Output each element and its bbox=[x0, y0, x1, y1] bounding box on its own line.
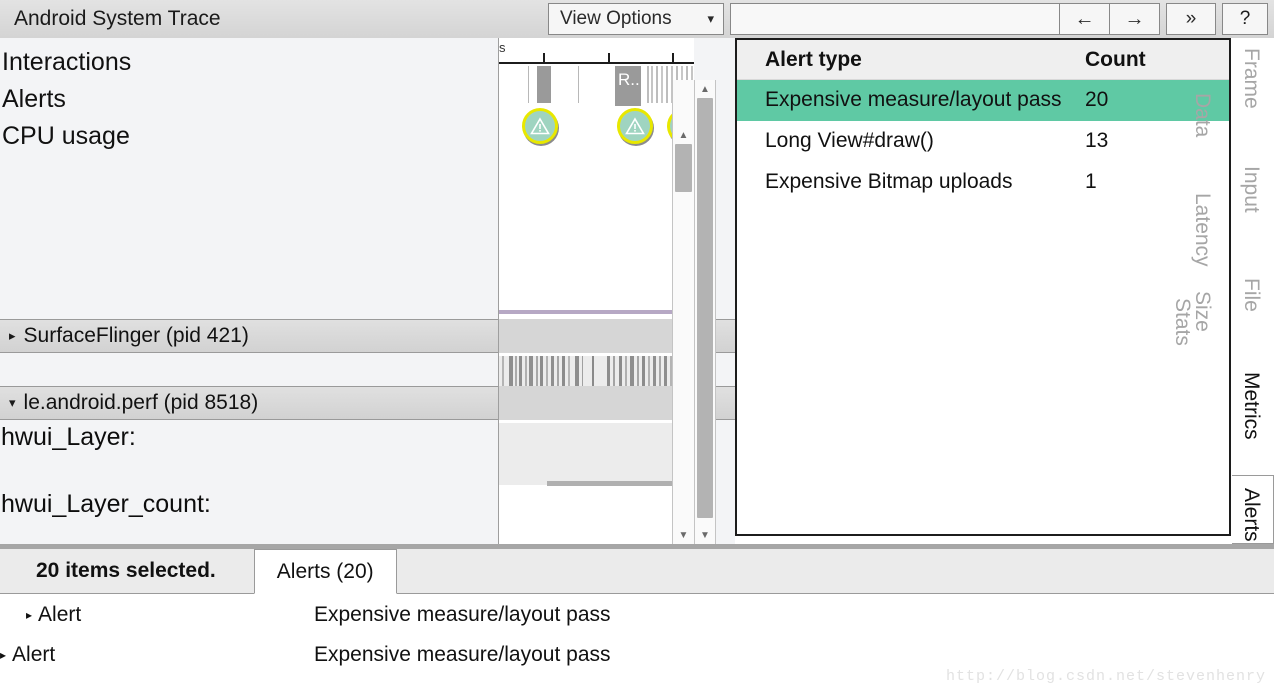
alert-marker-icon[interactable] bbox=[617, 108, 653, 144]
scroll-down-arrow-icon[interactable]: ▼ bbox=[695, 528, 715, 542]
global-track-labels: Interactions Alerts CPU usage bbox=[0, 44, 131, 155]
search-next-button[interactable]: → bbox=[1109, 4, 1159, 34]
timeline-slice-labeled[interactable]: R... bbox=[615, 66, 641, 106]
timeline-slice bbox=[537, 66, 551, 103]
watermark-text: http://blog.csdn.net/stevenhenry bbox=[946, 668, 1266, 685]
timeline-scrollbar-secondary[interactable]: ▲ ▼ bbox=[672, 80, 694, 544]
timeline-process-band bbox=[499, 386, 694, 420]
more-options-button[interactable]: » bbox=[1166, 3, 1216, 35]
timeline-thin-slice bbox=[528, 66, 529, 103]
expand-triangle-icon: ▸ bbox=[0, 648, 6, 662]
ruler-tick bbox=[543, 53, 545, 62]
alert-row-description: Expensive measure/layout pass bbox=[314, 643, 611, 667]
tab-alerts[interactable]: Alerts bbox=[1239, 488, 1263, 542]
alert-table-header: Alert type Count bbox=[737, 40, 1229, 80]
track-label-interactions[interactable]: Interactions bbox=[2, 44, 131, 81]
top-toolbar: Android System Trace View Options ▾ ← → … bbox=[0, 0, 1274, 38]
table-row[interactable]: Long View#draw() 13 bbox=[737, 121, 1229, 162]
track-label-column: Interactions Alerts CPU usage bbox=[0, 38, 498, 544]
ruler-tick bbox=[672, 53, 674, 62]
tab-alerts-bottom[interactable]: Alerts (20) bbox=[254, 549, 397, 594]
scroll-up-arrow-icon[interactable]: ▲ bbox=[673, 128, 694, 142]
collapse-triangle-icon: ▾ bbox=[9, 395, 16, 411]
track-label-alerts[interactable]: Alerts bbox=[2, 81, 131, 118]
process-label-le-android-perf: le.android.perf (pid 8518) bbox=[24, 391, 259, 415]
search-group: ← → bbox=[730, 3, 1160, 35]
toolbar-controls: View Options ▾ ← → » ? bbox=[548, 3, 1268, 35]
track-label-hwui-layer[interactable]: hwui_Layer: bbox=[0, 423, 136, 452]
alert-row-name: Alert bbox=[12, 643, 55, 667]
track-pane-scrollbar[interactable]: ▲ ▼ bbox=[694, 80, 716, 544]
selection-summary: 20 items selected. bbox=[36, 559, 216, 583]
process-label-surfaceflinger: SurfaceFlinger (pid 421) bbox=[24, 324, 249, 348]
ruler-tick-label: s bbox=[499, 40, 506, 55]
main-area: Interactions Alerts CPU usage ▸ SurfaceF… bbox=[0, 38, 1274, 544]
search-input[interactable] bbox=[731, 4, 1059, 34]
android-system-trace-window: Android System Trace View Options ▾ ← → … bbox=[0, 0, 1274, 695]
alert-detail-list: ▸ Alert Expensive measure/layout pass ▸ … bbox=[0, 595, 1274, 675]
analysis-side-panel: Alert type Count Expensive measure/layou… bbox=[735, 38, 1274, 544]
expand-triangle-icon: ▸ bbox=[9, 328, 16, 344]
view-options-label: View Options bbox=[560, 8, 672, 30]
alert-row-name: Alert bbox=[38, 603, 81, 627]
chevron-down-icon: ▾ bbox=[707, 11, 714, 27]
ruler-tick bbox=[608, 53, 610, 62]
timeline-canvas[interactable]: s R... bbox=[498, 38, 694, 544]
timeline-process-band bbox=[499, 319, 694, 353]
timeline-hwui-layer-row bbox=[499, 423, 694, 485]
tab-data[interactable]: Data bbox=[1190, 93, 1214, 137]
tab-stats[interactable]: Stats bbox=[1170, 298, 1194, 346]
inner-vertical-tabs: Data Latency Size Stats bbox=[1185, 38, 1229, 544]
tab-frame[interactable]: Frame bbox=[1239, 48, 1263, 109]
table-row[interactable]: Expensive measure/layout pass 20 bbox=[737, 80, 1229, 121]
track-label-cpu-usage[interactable]: CPU usage bbox=[2, 118, 131, 155]
alert-marker-icon[interactable] bbox=[522, 108, 558, 144]
list-item[interactable]: ▸ Alert Expensive measure/layout pass bbox=[0, 595, 1274, 635]
tab-latency[interactable]: Latency bbox=[1190, 193, 1214, 267]
track-label-hwui-layer-count[interactable]: hwui_Layer_count: bbox=[0, 490, 211, 519]
tab-metrics[interactable]: Metrics bbox=[1239, 372, 1263, 440]
timeline-scrollbar-secondary-thumb[interactable] bbox=[675, 144, 692, 192]
timeline-slice-label: R... bbox=[618, 70, 644, 90]
alert-type-cell: Expensive measure/layout pass bbox=[737, 85, 1085, 115]
column-header-alert-type[interactable]: Alert type bbox=[737, 48, 1085, 72]
view-options-button[interactable]: View Options ▾ bbox=[548, 3, 724, 35]
alert-row-description: Expensive measure/layout pass bbox=[314, 603, 611, 627]
page-title: Android System Trace bbox=[14, 7, 221, 31]
timeline-ruler: s bbox=[499, 38, 694, 64]
tab-input[interactable]: Input bbox=[1239, 166, 1263, 213]
timeline-section-divider bbox=[499, 310, 694, 314]
alert-type-cell: Long View#draw() bbox=[737, 126, 1085, 156]
scroll-down-arrow-icon[interactable]: ▼ bbox=[673, 528, 694, 542]
tab-file[interactable]: File bbox=[1239, 278, 1263, 312]
track-pane: Interactions Alerts CPU usage ▸ SurfaceF… bbox=[0, 38, 735, 544]
bottom-details-panel: 20 items selected. Alerts (20) ▸ Alert E… bbox=[0, 544, 1274, 695]
table-row[interactable]: Expensive Bitmap uploads 1 bbox=[737, 162, 1229, 203]
timeline-thin-slice bbox=[578, 66, 579, 103]
alert-summary-table: Alert type Count Expensive measure/layou… bbox=[735, 38, 1229, 536]
scroll-up-arrow-icon[interactable]: ▲ bbox=[695, 82, 715, 96]
outer-vertical-tabs: Frame Input File Metrics Alerts bbox=[1231, 38, 1274, 544]
track-pane-scrollbar-thumb[interactable] bbox=[697, 98, 713, 518]
help-button[interactable]: ? bbox=[1222, 3, 1268, 35]
search-prev-button[interactable]: ← bbox=[1059, 4, 1109, 34]
bottom-tab-bar: 20 items selected. Alerts (20) bbox=[0, 549, 1274, 594]
expand-triangle-icon: ▸ bbox=[26, 608, 32, 622]
alert-type-cell: Expensive Bitmap uploads bbox=[737, 167, 1085, 197]
